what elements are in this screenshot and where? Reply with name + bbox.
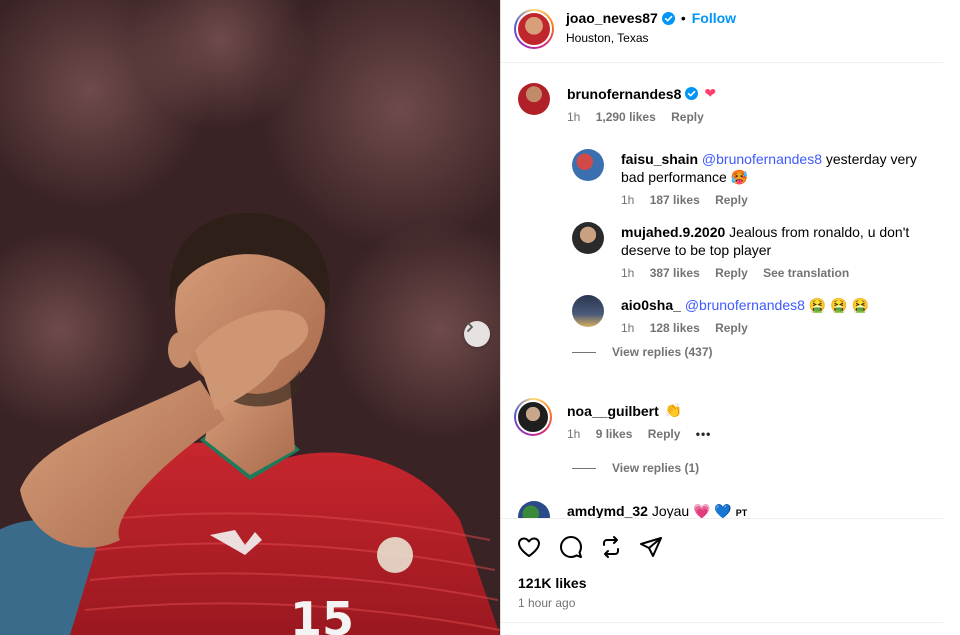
divider-line (572, 351, 596, 353)
view-replies-label: View replies (437) (612, 345, 713, 359)
comment-likes[interactable]: 187 likes (650, 193, 700, 207)
scrollbar[interactable] (943, 0, 960, 635)
comment-time[interactable]: 1h (567, 427, 580, 441)
comments-list[interactable]: brunofernandes8 ❤ 1h 1,290 likes Reply f… (501, 63, 944, 518)
chevron-right-icon (467, 322, 473, 332)
comment-emoji: 🥵 (730, 169, 749, 185)
comment-mention[interactable]: @brunofernandes8 (685, 297, 805, 313)
repost-icon[interactable] (597, 533, 625, 561)
comment-username[interactable]: aio0sha_ (621, 297, 681, 313)
comment-emoji: ❤ (704, 85, 717, 101)
heart-icon[interactable] (515, 533, 543, 561)
comment-likes[interactable]: 9 likes (596, 427, 633, 441)
comment-mention[interactable]: @brunofernandes8 (702, 151, 822, 167)
post-media[interactable]: 15 (0, 0, 500, 635)
divider-line (572, 467, 596, 469)
reply-button[interactable]: Reply (648, 427, 681, 441)
reply-button[interactable]: Reply (715, 193, 748, 207)
reply-button[interactable]: Reply (715, 321, 748, 335)
comment-time[interactable]: 1h (621, 321, 634, 335)
commenter-avatar[interactable] (518, 501, 550, 518)
comment-likes[interactable]: 1,290 likes (596, 110, 656, 124)
more-icon[interactable]: ••• (696, 427, 712, 441)
comment-time[interactable]: 1h (567, 110, 580, 124)
commenter-avatar[interactable] (572, 295, 604, 327)
post-side-panel: joao_neves87 • Follow Houston, Texas bru… (500, 0, 944, 635)
commenter-avatar[interactable] (572, 222, 604, 254)
verified-icon (661, 11, 675, 25)
commenter-avatar[interactable] (514, 398, 552, 436)
comment-username[interactable]: brunofernandes8 (567, 86, 681, 102)
comment-emoji: 💗 💙 (693, 503, 732, 518)
view-replies-button[interactable]: View replies (437) (572, 345, 713, 359)
comment-text: Joyau (651, 503, 690, 518)
comment-emoji: 👏 (664, 402, 683, 418)
comment-emoji: 🤮 🤮 🤮 (808, 297, 869, 313)
post-likes-count[interactable]: 121K likes (518, 575, 587, 591)
comment-time[interactable]: 1h (621, 193, 634, 207)
author-username[interactable]: joao_neves87 (566, 10, 658, 26)
author-avatar[interactable] (514, 9, 554, 49)
post-photo: 15 (0, 0, 500, 635)
comment-time[interactable]: 1h (621, 266, 634, 280)
commenter-avatar[interactable] (518, 83, 550, 115)
reply-button[interactable]: Reply (671, 110, 704, 124)
comment-likes[interactable]: 387 likes (650, 266, 700, 280)
post-timestamp[interactable]: 1 hour ago (518, 596, 575, 610)
follow-button[interactable]: Follow (692, 10, 736, 26)
view-replies-label: View replies (1) (612, 461, 700, 475)
comment-username[interactable]: noa__guilbert (567, 403, 659, 419)
comment-username[interactable]: mujahed.9.2020 (621, 224, 725, 240)
see-translation-button[interactable]: See translation (763, 266, 849, 280)
comment-suffix: PT (735, 508, 748, 518)
comment-likes[interactable]: 128 likes (650, 321, 700, 335)
comment-username[interactable]: faisu_shain (621, 151, 698, 167)
view-replies-button[interactable]: View replies (1) (572, 461, 699, 475)
divider (501, 622, 944, 623)
post-location[interactable]: Houston, Texas (566, 31, 649, 45)
verified-icon (685, 87, 699, 100)
carousel-next-button[interactable] (464, 321, 490, 347)
post-header: joao_neves87 • Follow Houston, Texas (501, 0, 944, 63)
comment-username[interactable]: amdymd_32 (567, 503, 648, 518)
jersey-number: 15 (290, 592, 354, 635)
reply-button[interactable]: Reply (715, 266, 748, 280)
commenter-avatar[interactable] (572, 149, 604, 181)
share-icon[interactable] (637, 533, 665, 561)
comment-icon[interactable] (557, 533, 585, 561)
header-separator: • (680, 10, 686, 26)
